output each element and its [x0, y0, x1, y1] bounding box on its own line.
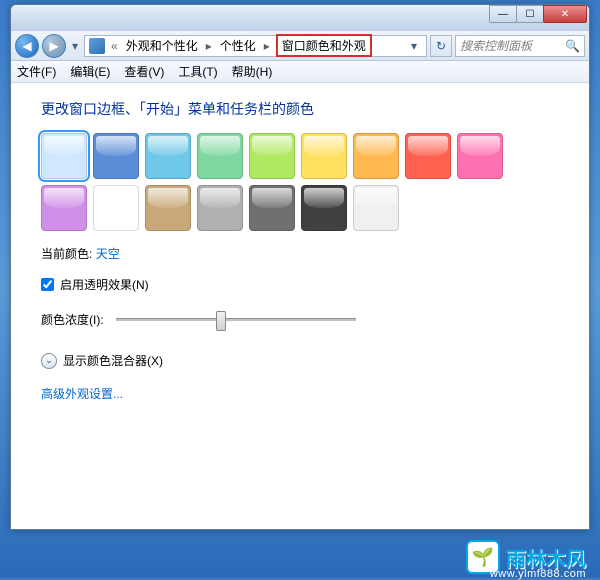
- search-placeholder: 搜索控制面板: [460, 37, 532, 54]
- search-icon: 🔍: [565, 39, 580, 53]
- address-bar: ◀ ▶ ▾ « 外观和个性化 ▸ 个性化 ▸ 窗口颜色和外观 ▾ ↻ 搜索控制面…: [11, 31, 589, 61]
- intensity-slider[interactable]: [116, 318, 356, 321]
- color-swatch-7[interactable]: [405, 133, 451, 179]
- menu-bar: 文件(F) 编辑(E) 查看(V) 工具(T) 帮助(H): [11, 61, 589, 83]
- address-dropdown-icon[interactable]: ▾: [406, 39, 422, 53]
- color-swatch-5[interactable]: [301, 133, 347, 179]
- nav-history-dropdown[interactable]: ▾: [69, 37, 81, 55]
- breadcrumb-appearance[interactable]: 外观和个性化: [124, 37, 200, 54]
- current-color-row: 当前颜色: 天空: [41, 245, 559, 262]
- color-mixer-toggle[interactable]: ⌄ 显示颜色混合器(X): [41, 352, 559, 369]
- color-swatch-13[interactable]: [249, 185, 295, 231]
- close-button[interactable]: ✕: [543, 5, 587, 23]
- current-color-value: 天空: [96, 247, 120, 261]
- menu-file[interactable]: 文件(F): [17, 63, 56, 80]
- mixer-label: 显示颜色混合器(X): [63, 352, 163, 369]
- transparency-row: 启用透明效果(N): [41, 276, 559, 293]
- color-swatch-8[interactable]: [457, 133, 503, 179]
- color-swatch-6[interactable]: [353, 133, 399, 179]
- location-icon: [89, 38, 105, 54]
- color-swatch-2[interactable]: [145, 133, 191, 179]
- color-swatch-11[interactable]: [145, 185, 191, 231]
- watermark-url: www.ylmf888.com: [490, 568, 586, 580]
- breadcrumb-personalization[interactable]: 个性化: [218, 37, 258, 54]
- color-swatch-0[interactable]: [41, 133, 87, 179]
- transparency-label: 启用透明效果(N): [60, 276, 149, 293]
- color-swatch-3[interactable]: [197, 133, 243, 179]
- back-button[interactable]: ◀: [15, 34, 39, 58]
- breadcrumb-overflow[interactable]: «: [109, 39, 120, 53]
- color-swatch-1[interactable]: [93, 133, 139, 179]
- color-swatch-9[interactable]: [41, 185, 87, 231]
- breadcrumb-bar[interactable]: « 外观和个性化 ▸ 个性化 ▸ 窗口颜色和外观 ▾: [84, 35, 427, 57]
- color-swatch-15[interactable]: [353, 185, 399, 231]
- content-area: 更改窗口边框、「开始」菜单和任务栏的颜色 当前颜色: 天空 启用透明效果(N) …: [11, 83, 589, 529]
- color-swatch-10[interactable]: [93, 185, 139, 231]
- forward-button[interactable]: ▶: [42, 34, 66, 58]
- slider-thumb[interactable]: [216, 311, 226, 331]
- minimize-button[interactable]: —: [489, 5, 517, 23]
- intensity-label: 颜色浓度(I):: [41, 311, 104, 328]
- chevron-right-icon: ▸: [204, 39, 214, 53]
- chevron-down-icon: ⌄: [41, 353, 57, 369]
- color-swatch-14[interactable]: [301, 185, 347, 231]
- intensity-row: 颜色浓度(I):: [41, 311, 559, 328]
- color-swatch-grid: [41, 133, 521, 231]
- menu-view[interactable]: 查看(V): [124, 63, 164, 80]
- breadcrumb-window-color[interactable]: 窗口颜色和外观: [276, 34, 372, 57]
- menu-edit[interactable]: 编辑(E): [70, 63, 110, 80]
- menu-tools[interactable]: 工具(T): [178, 63, 217, 80]
- transparency-checkbox[interactable]: [41, 278, 54, 291]
- chevron-right-icon: ▸: [262, 39, 272, 53]
- refresh-button[interactable]: ↻: [430, 35, 452, 57]
- titlebar: — ☐ ✕: [11, 5, 589, 31]
- color-swatch-4[interactable]: [249, 133, 295, 179]
- control-panel-window: — ☐ ✕ ◀ ▶ ▾ « 外观和个性化 ▸ 个性化 ▸ 窗口颜色和外观 ▾ ↻…: [10, 4, 590, 530]
- page-title: 更改窗口边框、「开始」菜单和任务栏的颜色: [41, 99, 559, 119]
- color-swatch-12[interactable]: [197, 185, 243, 231]
- maximize-button[interactable]: ☐: [516, 5, 544, 23]
- search-input[interactable]: 搜索控制面板 🔍: [455, 35, 585, 57]
- menu-help[interactable]: 帮助(H): [232, 63, 273, 80]
- current-color-label: 当前颜色:: [41, 247, 92, 261]
- advanced-appearance-link[interactable]: 高级外观设置...: [41, 385, 559, 402]
